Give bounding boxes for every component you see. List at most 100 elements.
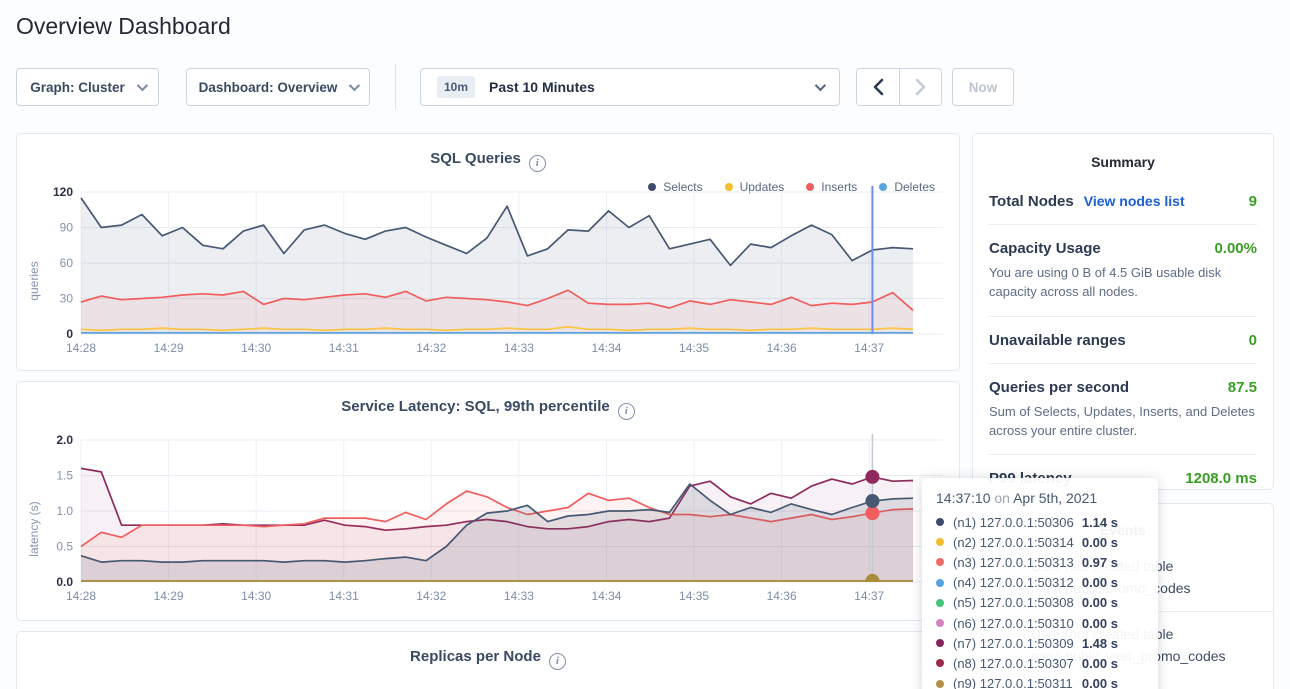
summary-row-description: Sum of Selects, Updates, Inserts, and De… bbox=[989, 403, 1257, 441]
service-latency-panel: Service Latency: SQL, 99th percentilei l… bbox=[16, 381, 960, 621]
chevron-right-icon bbox=[915, 78, 926, 96]
summary-row: Total Nodes View nodes list 9 bbox=[989, 178, 1257, 224]
svg-text:14:29: 14:29 bbox=[154, 341, 184, 355]
tooltip-row: (n2) 127.0.0.1:50314 0.00 s bbox=[936, 532, 1144, 552]
chevron-down-icon bbox=[815, 80, 826, 91]
service-latency-chart[interactable]: 0.00.51.01.52.014:2814:2914:3014:3114:32… bbox=[35, 434, 943, 606]
tooltip-row: (n8) 127.0.0.1:50307 0.00 s bbox=[936, 653, 1144, 673]
svg-text:14:34: 14:34 bbox=[591, 589, 621, 603]
now-button[interactable]: Now bbox=[952, 68, 1014, 106]
svg-text:14:36: 14:36 bbox=[767, 589, 797, 603]
tooltip-node-value: 0.00 s bbox=[1082, 595, 1144, 610]
tooltip-rows: (n1) 127.0.0.1:50306 1.14 s (n2) 127.0.0… bbox=[936, 512, 1144, 689]
replicas-per-node-panel: Replicas per Nodei bbox=[16, 631, 960, 689]
svg-text:1.0: 1.0 bbox=[56, 504, 73, 518]
series-dot-icon bbox=[936, 659, 944, 667]
tooltip-node-address: (n7) 127.0.0.1:50309 bbox=[953, 636, 1074, 651]
summary-panel: Summary Total Nodes View nodes list 9 Ca… bbox=[972, 133, 1274, 490]
series-dot-icon bbox=[936, 538, 944, 546]
view-nodes-list-link[interactable]: View nodes list bbox=[1084, 193, 1185, 209]
chevron-left-icon bbox=[873, 78, 884, 96]
tooltip-node-address: (n8) 127.0.0.1:50307 bbox=[953, 656, 1074, 671]
tooltip-node-value: 0.00 s bbox=[1082, 676, 1144, 689]
tooltip-node-value: 0.97 s bbox=[1082, 555, 1144, 570]
info-icon[interactable]: i bbox=[618, 403, 635, 420]
svg-text:14:28: 14:28 bbox=[66, 341, 96, 355]
series-dot-icon bbox=[936, 518, 944, 526]
time-range-dropdown[interactable]: 10m Past 10 Minutes bbox=[420, 68, 840, 106]
tooltip-node-value: 0.00 s bbox=[1082, 616, 1144, 631]
svg-text:0.5: 0.5 bbox=[56, 540, 73, 554]
summary-title: Summary bbox=[973, 134, 1273, 178]
svg-text:14:28: 14:28 bbox=[66, 589, 96, 603]
series-dot-icon bbox=[936, 619, 944, 627]
service-latency-title: Service Latency: SQL, 99th percentilei bbox=[17, 398, 959, 420]
svg-text:14:37: 14:37 bbox=[854, 589, 884, 603]
svg-text:0: 0 bbox=[66, 327, 73, 341]
svg-text:14:37: 14:37 bbox=[854, 341, 884, 355]
series-dot-icon bbox=[936, 599, 944, 607]
svg-text:0.0: 0.0 bbox=[56, 575, 73, 589]
page-title: Overview Dashboard bbox=[16, 13, 231, 40]
tooltip-row: (n1) 127.0.0.1:50306 1.14 s bbox=[936, 512, 1144, 532]
svg-text:120: 120 bbox=[53, 186, 73, 199]
sql-queries-title: SQL Queriesi bbox=[17, 150, 959, 172]
summary-row: Capacity Usage 0.00% You are using 0 B o… bbox=[989, 224, 1257, 316]
tooltip-node-address: (n5) 127.0.0.1:50308 bbox=[953, 595, 1074, 610]
info-icon[interactable]: i bbox=[529, 155, 546, 172]
time-range-label: Past 10 Minutes bbox=[489, 79, 803, 95]
summary-row-label: Capacity Usage bbox=[989, 240, 1101, 257]
step-forward-button[interactable] bbox=[899, 69, 941, 105]
graph-dropdown[interactable]: Graph: Cluster bbox=[16, 68, 159, 106]
time-range-badge: 10m bbox=[437, 76, 475, 98]
toolbar-divider bbox=[395, 64, 396, 109]
dashboard-dropdown[interactable]: Dashboard: Overview bbox=[186, 68, 370, 106]
svg-text:14:32: 14:32 bbox=[416, 589, 446, 603]
summary-row-value: 1208.0 ms bbox=[1185, 470, 1257, 487]
graph-dropdown-label: Graph: Cluster bbox=[30, 80, 125, 95]
chevron-down-icon bbox=[137, 80, 148, 91]
info-icon[interactable]: i bbox=[549, 653, 566, 670]
tooltip-node-value: 0.00 s bbox=[1082, 656, 1144, 671]
svg-text:30: 30 bbox=[60, 292, 74, 306]
svg-text:90: 90 bbox=[60, 221, 74, 235]
tooltip-row: (n5) 127.0.0.1:50308 0.00 s bbox=[936, 593, 1144, 613]
summary-row-label: Queries per second bbox=[989, 379, 1129, 396]
tooltip-node-address: (n9) 127.0.0.1:50311 bbox=[953, 676, 1073, 689]
tooltip-row: (n3) 127.0.0.1:50313 0.97 s bbox=[936, 552, 1144, 572]
svg-text:14:30: 14:30 bbox=[241, 341, 271, 355]
series-dot-icon bbox=[936, 558, 944, 566]
summary-row: Unavailable ranges 0 bbox=[989, 316, 1257, 363]
summary-row-label: Total Nodes bbox=[989, 193, 1074, 210]
summary-row-value: 87.5 bbox=[1228, 379, 1257, 396]
replicas-per-node-title: Replicas per Nodei bbox=[17, 648, 959, 670]
svg-text:14:30: 14:30 bbox=[241, 589, 271, 603]
svg-text:14:33: 14:33 bbox=[504, 341, 534, 355]
svg-text:14:31: 14:31 bbox=[329, 341, 359, 355]
tooltip-row: (n9) 127.0.0.1:50311 0.00 s bbox=[936, 674, 1144, 689]
svg-text:14:31: 14:31 bbox=[329, 589, 359, 603]
sql-queries-panel: SQL Queriesi Selects Updates Inserts Del… bbox=[16, 133, 960, 371]
series-dot-icon bbox=[936, 579, 944, 587]
sql-queries-chart[interactable]: 0 30 60 90 120 14:28 14:29 14:30 14:31 14:32 14:33… bbox=[35, 186, 943, 358]
svg-text:1.5: 1.5 bbox=[56, 469, 73, 483]
tooltip-node-address: (n3) 127.0.0.1:50313 bbox=[953, 555, 1074, 570]
overview-dashboard-page: Overview Dashboard Graph: Cluster Dashbo… bbox=[0, 0, 1290, 689]
tooltip-node-address: (n2) 127.0.0.1:50314 bbox=[953, 535, 1074, 550]
summary-row-description: You are using 0 B of 4.5 GiB usable disk… bbox=[989, 264, 1257, 302]
svg-text:14:34: 14:34 bbox=[591, 341, 621, 355]
svg-text:14:32: 14:32 bbox=[416, 341, 446, 355]
svg-text:14:33: 14:33 bbox=[504, 589, 534, 603]
summary-row-value: 0 bbox=[1249, 332, 1257, 349]
summary-rows: Total Nodes View nodes list 9 Capacity U… bbox=[973, 178, 1273, 501]
time-step-buttons bbox=[856, 68, 942, 106]
svg-text:60: 60 bbox=[60, 256, 74, 270]
tooltip-node-value: 0.00 s bbox=[1082, 535, 1144, 550]
svg-text:14:35: 14:35 bbox=[679, 341, 709, 355]
tooltip-node-value: 1.48 s bbox=[1082, 636, 1144, 651]
dashboard-dropdown-label: Dashboard: Overview bbox=[199, 80, 338, 95]
series-dot-icon bbox=[936, 639, 944, 647]
svg-text:14:29: 14:29 bbox=[154, 589, 184, 603]
step-back-button[interactable] bbox=[857, 69, 899, 105]
tooltip-node-address: (n6) 127.0.0.1:50310 bbox=[953, 616, 1074, 631]
